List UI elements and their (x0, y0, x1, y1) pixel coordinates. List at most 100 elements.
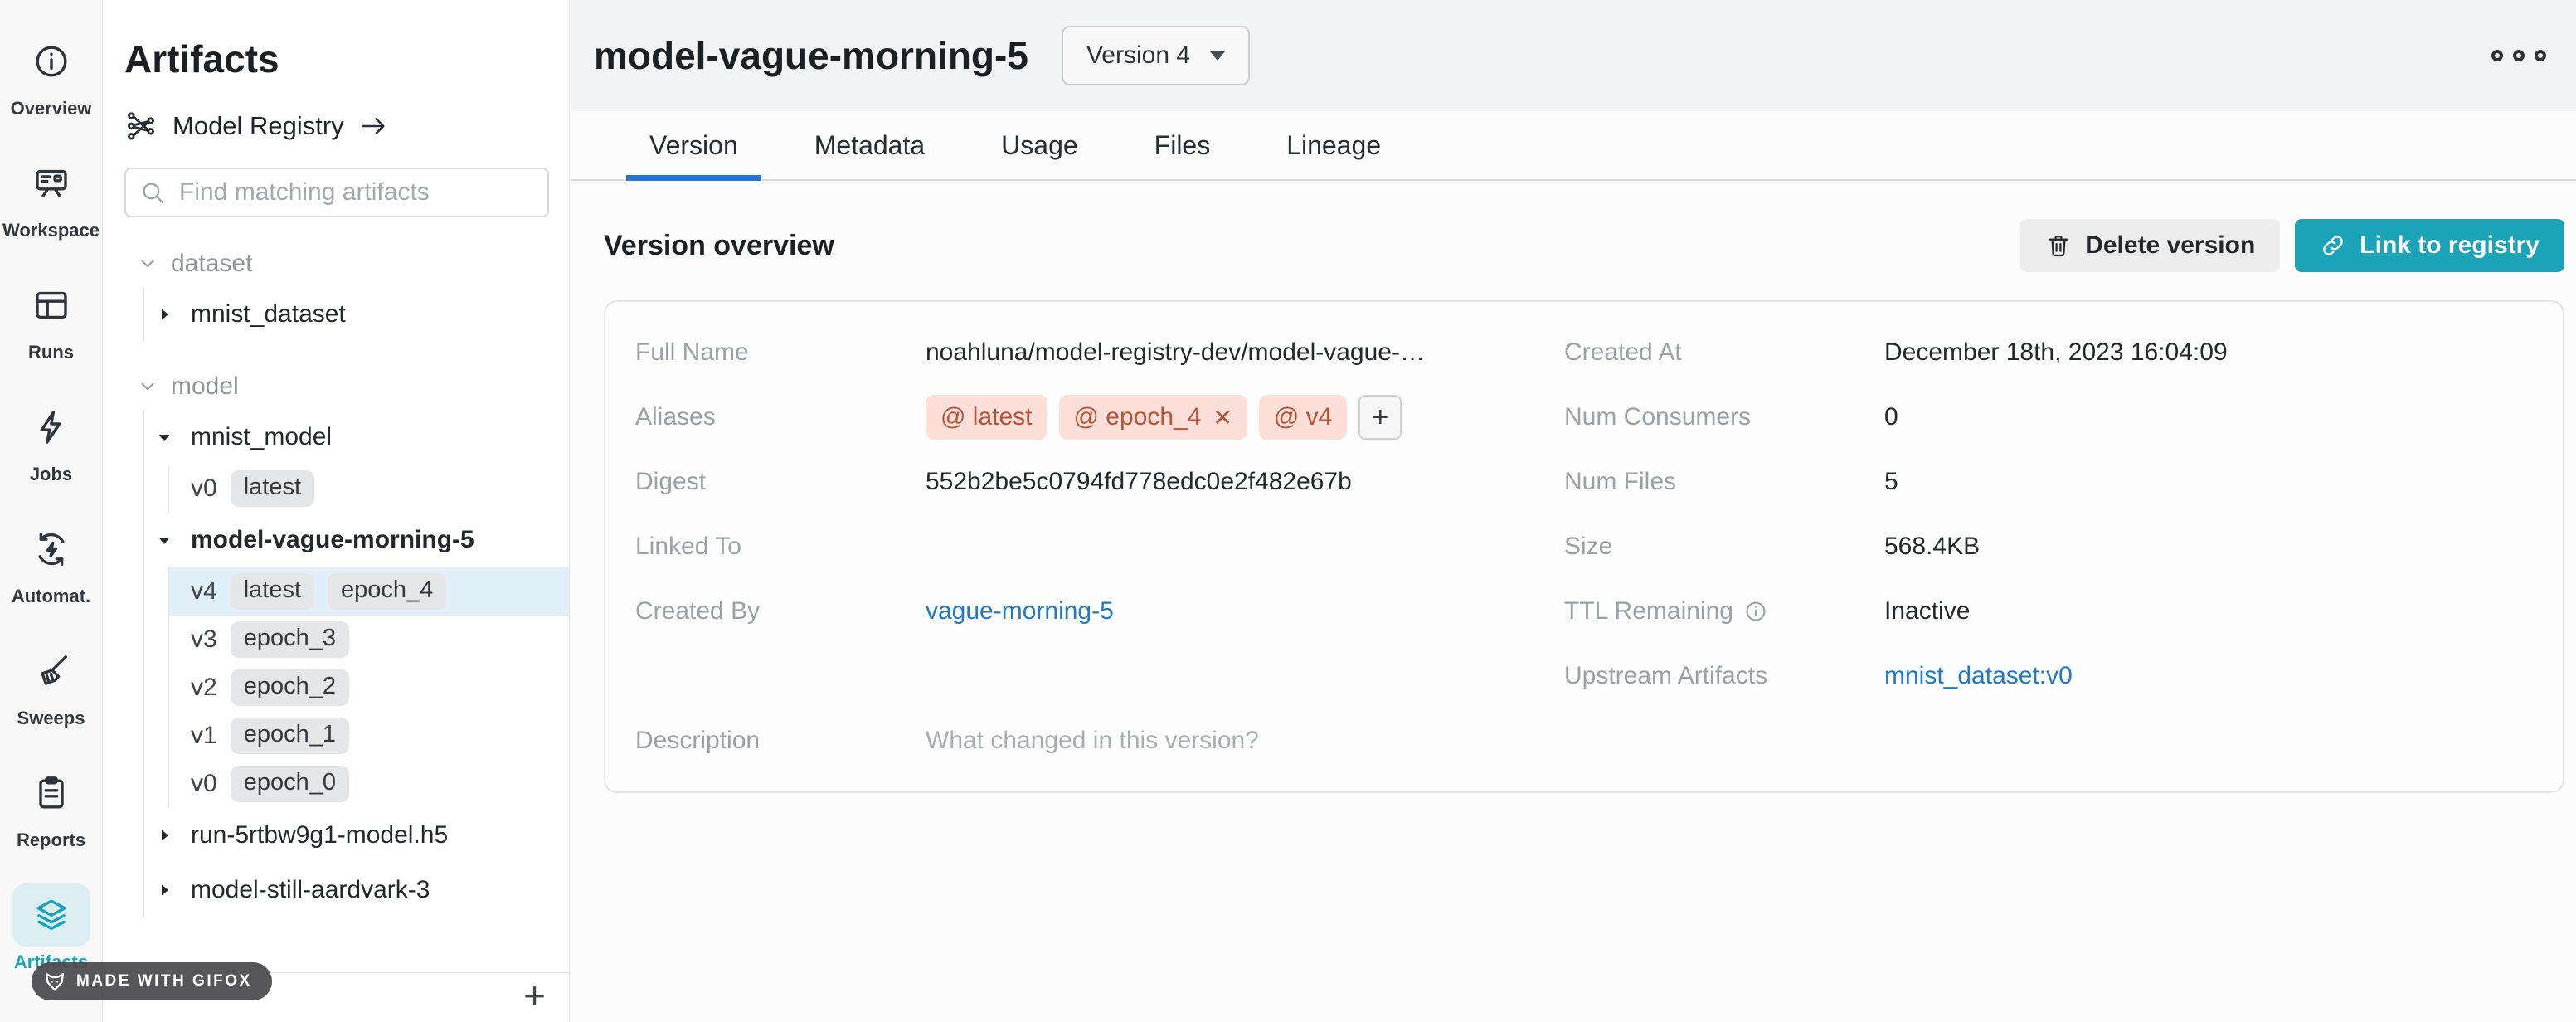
field-value[interactable]: mnist_dataset:v0 (1884, 662, 2073, 690)
group-children: mnist_model v0 latest model-vague-morning-5… (143, 410, 549, 917)
dot-icon (2535, 50, 2546, 61)
artifact-row[interactable]: mnist_model (154, 410, 549, 465)
field-value: 0 (1884, 403, 1898, 431)
version-row-v0[interactable]: v0 latest (169, 465, 569, 513)
rail-item-label: Overview (11, 98, 92, 119)
runs-icon (32, 285, 71, 325)
automation-icon (32, 529, 71, 569)
field-row-left: Digest552b2be5c0794fd778edc0e2f482e67b (635, 450, 1514, 514)
field-row-left: Full Namenoahluna/model-registry-dev/mod… (635, 320, 1514, 385)
link-to-registry-label: Link to registry (2360, 231, 2540, 260)
artifact-title: model-vague-morning-5 (594, 33, 1028, 78)
chevron-down-icon (136, 375, 159, 398)
sweeps-rail-icon-box (12, 640, 90, 703)
wandb-artifacts-page: { "rail": { "items": [ {"id":"overview",… (0, 0, 2576, 1022)
spacer-row (635, 644, 1514, 708)
alias-text: @ v4 (1274, 403, 1332, 431)
tree-group-dataset[interactable]: dataset (136, 241, 549, 287)
artifact-row[interactable]: mnist_dataset (154, 287, 549, 342)
alias-pill-epoch_4[interactable]: @ epoch_4 ✕ (1059, 395, 1247, 440)
runs-rail-icon-box (12, 274, 90, 337)
tree-group-model[interactable]: model (136, 363, 549, 410)
field-row-left: Aliases@ latest@ epoch_4✕@ v4+ (635, 385, 1514, 450)
tab-files[interactable]: Files (1131, 111, 1234, 179)
rail-item-label: Workspace (2, 220, 100, 241)
action-buttons: Delete version Link to registry (2020, 219, 2564, 272)
version-row-v1[interactable]: v1epoch_1 (169, 712, 569, 760)
rail-item-label: Runs (28, 342, 74, 363)
add-alias-button[interactable]: + (1358, 395, 1402, 440)
artifacts-sidebar: Artifacts Model Registry datasetmnist_da… (103, 0, 570, 1022)
field-value[interactable]: vague-morning-5 (926, 597, 1114, 625)
artifact-row[interactable]: model-vague-morning-5 (154, 513, 549, 567)
tab-lineage[interactable]: Lineage (1263, 111, 1404, 179)
alias-text: @ epoch_4 (1074, 403, 1202, 431)
group-label: model (171, 372, 239, 401)
alias-pill-latest[interactable]: @ latest (926, 395, 1047, 440)
automations-rail-icon-box (12, 518, 90, 581)
field-row-right: Num Consumers0 (1564, 385, 2533, 450)
tab-metadata[interactable]: Metadata (791, 111, 948, 179)
tab-bar: Version Metadata Usage Files Lineage (571, 111, 2576, 181)
tab-version[interactable]: Version (626, 111, 761, 179)
alias-pill-v4[interactable]: @ v4 (1259, 395, 1347, 440)
sidebar-item-automations[interactable]: Automat. (2, 518, 101, 640)
rail-item-label: Reports (17, 830, 85, 851)
artifact-search-box[interactable] (124, 168, 549, 217)
overview-header-row: Version overview Delete version Link to … (604, 219, 2564, 272)
sidebar-item-jobs[interactable]: Jobs (2, 396, 101, 518)
field-label: TTL Remaining (1564, 597, 1884, 625)
alias-list: @ latest @ epoch_4 ✕ @ v4 + (926, 395, 1402, 440)
link-to-registry-button[interactable]: Link to registry (2295, 219, 2564, 272)
artifact-name: mnist_dataset (191, 300, 346, 328)
gifox-badge-label: MADE WITH GIFOX (76, 972, 252, 990)
version-selector-dropdown[interactable]: Version 4 (1062, 26, 1250, 85)
sidebar-item-overview[interactable]: Overview (2, 30, 101, 152)
caret-down-icon (154, 530, 174, 550)
sidebar-item-runs[interactable]: Runs (2, 274, 101, 396)
field-label: Size (1564, 533, 1884, 561)
version-name: v3 (191, 625, 217, 654)
field-label: Upstream Artifacts (1564, 662, 1884, 690)
version-name: v0 (191, 474, 217, 503)
sidebar-item-workspace[interactable]: Workspace (2, 152, 101, 274)
version-row-v4[interactable]: v4latestepoch_4 (169, 567, 569, 616)
alias-tag: latest (231, 470, 314, 507)
version-selector-label: Version 4 (1086, 41, 1190, 70)
artifact-row[interactable]: model-still-aardvark-3 (154, 863, 549, 917)
alias-tag: epoch_3 (231, 621, 349, 658)
search-input[interactable] (179, 178, 534, 207)
version-row-v0[interactable]: v0epoch_0 (169, 760, 569, 808)
left-nav-rail: Overview Workspace Runs JobsAutomat.Sweeps R… (0, 0, 103, 1022)
field-value: noahluna/model-registry-dev/model-vague-… (926, 338, 1425, 367)
artifact-row[interactable]: run-5rtbw9g1-model.h5 (154, 808, 549, 863)
model-registry-icon (124, 110, 158, 143)
field-value: 5 (1884, 468, 1898, 496)
field-value[interactable]: What changed in this version? (926, 727, 1259, 755)
sidebar-item-sweeps[interactable]: Sweeps (2, 640, 101, 762)
add-artifact-button[interactable]: + (523, 976, 546, 1015)
model-registry-link[interactable]: Model Registry (124, 110, 549, 143)
remove-alias-icon[interactable]: ✕ (1213, 404, 1232, 431)
field-row-left: Created Byvague-morning-5 (635, 579, 1514, 644)
version-name: v1 (191, 722, 217, 750)
clipboard-icon (32, 773, 71, 813)
delete-version-button[interactable]: Delete version (2020, 219, 2280, 272)
search-icon (139, 179, 166, 206)
sidebar-item-reports[interactable]: Reports (2, 762, 101, 883)
info-icon (1743, 599, 1768, 624)
dot-icon (2491, 50, 2503, 61)
version-row-v2[interactable]: v2 epoch_2 (169, 664, 569, 712)
link-icon (2320, 232, 2346, 259)
alias-tag: epoch_2 (231, 669, 349, 706)
field-row-right: Num Files5 (1564, 450, 2533, 514)
tab-usage[interactable]: Usage (978, 111, 1101, 179)
trash-icon (2045, 232, 2072, 259)
artifacts-rail-icon-box (12, 883, 90, 947)
version-name: v2 (191, 674, 217, 702)
overview-fields-left: Full Namenoahluna/model-registry-dev/mod… (635, 320, 1514, 773)
version-row-v3[interactable]: v3 epoch_3 (169, 616, 569, 664)
field-value: 552b2be5c0794fd778edc0e2f482e67b (926, 468, 1352, 496)
alias-text: @ latest (940, 403, 1033, 431)
more-options-button[interactable] (2483, 41, 2554, 70)
